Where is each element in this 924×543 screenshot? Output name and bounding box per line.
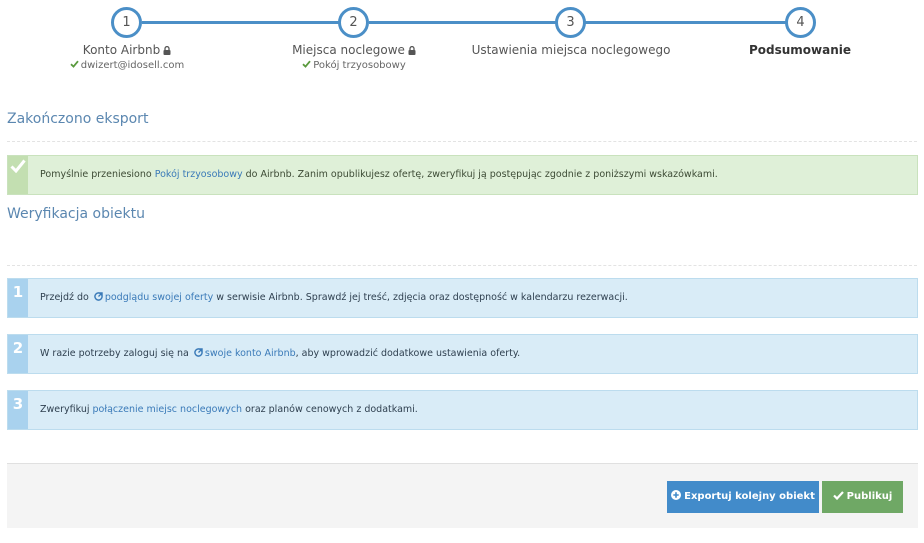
step-2-title: Miejsca noclegowe bbox=[234, 43, 474, 57]
check-icon bbox=[70, 60, 79, 68]
verification-step-3: 3 Zweryfikuj połączenie miejsc noclegowy… bbox=[7, 390, 918, 430]
export-button-label: Exportuj kolejny obiekt bbox=[684, 491, 815, 502]
step-connector bbox=[369, 21, 556, 24]
step-3-title: Ustawienia miejsca noclegowego bbox=[471, 43, 671, 57]
step-connector bbox=[142, 21, 340, 24]
divider bbox=[7, 141, 917, 142]
accommodation-connection-link[interactable]: połączenie miejsc noclegowych bbox=[93, 404, 243, 415]
step-1-circle[interactable]: 1 bbox=[111, 7, 142, 38]
verification-step-text: W razie potrzeby zaloguj się na swoje ko… bbox=[40, 348, 520, 359]
alert-text-before: Pomyślnie przeniesiono bbox=[40, 169, 155, 180]
check-icon bbox=[832, 491, 844, 500]
text-after: , aby wprowadzić dodatkowe ustawienia of… bbox=[295, 348, 521, 359]
step-4-title: Podsumowanie bbox=[748, 43, 852, 57]
lock-icon bbox=[408, 46, 416, 55]
step-1-title: Konto Airbnb bbox=[7, 43, 247, 57]
alert-icon-bar bbox=[8, 156, 28, 194]
step-2-title-text: Miejsca noclegowe bbox=[292, 43, 405, 57]
divider bbox=[7, 265, 917, 266]
external-link-icon bbox=[194, 348, 203, 357]
check-icon bbox=[302, 60, 311, 68]
external-link-icon bbox=[94, 292, 103, 301]
text-before: W razie potrzeby zaloguj się na bbox=[40, 348, 192, 359]
step-2-subtitle-text: Pokój trzyosobowy bbox=[313, 60, 406, 71]
export-next-object-button[interactable]: Exportuj kolejny obiekt bbox=[667, 481, 819, 513]
offer-link[interactable]: Pokój trzyosobowy bbox=[155, 169, 243, 180]
step-4-circle[interactable]: 4 bbox=[785, 7, 816, 38]
step-1-title-text: Konto Airbnb bbox=[82, 43, 161, 57]
publish-button-label: Publikuj bbox=[846, 491, 893, 502]
step-2-subtitle: Pokój trzyosobowy bbox=[234, 60, 474, 71]
progress-stepper: 1 Konto Airbnb dwizert@idosell.com 2 Mie… bbox=[0, 0, 924, 80]
step-1-subtitle: dwizert@idosell.com bbox=[7, 60, 247, 71]
text-before: Zweryfikuj bbox=[40, 404, 93, 415]
verification-step-1: 1 Przejdź do podglądu swojej oferty w se… bbox=[7, 278, 918, 318]
verification-step-text: Przejdź do podglądu swojej oferty w serw… bbox=[40, 292, 628, 303]
export-section-title: Zakończono eksport bbox=[7, 111, 149, 127]
step-number: 1 bbox=[8, 279, 28, 317]
step-number: 2 bbox=[8, 335, 28, 373]
plus-circle-icon bbox=[671, 490, 682, 500]
step-number: 3 bbox=[8, 391, 28, 429]
text-before: Przejdź do bbox=[40, 292, 92, 303]
offer-preview-link[interactable]: podglądu swojej oferty bbox=[105, 292, 213, 303]
verification-step-text: Zweryfikuj połączenie miejsc noclegowych… bbox=[40, 404, 418, 415]
step-3-circle[interactable]: 3 bbox=[555, 7, 586, 38]
text-after: w serwisie Airbnb. Sprawdź jej treść, zd… bbox=[213, 292, 628, 303]
lock-icon bbox=[163, 46, 171, 55]
step-2-circle[interactable]: 2 bbox=[338, 7, 369, 38]
checkmark-icon bbox=[10, 159, 26, 173]
verification-step-2: 2 W razie potrzeby zaloguj się na swoje … bbox=[7, 334, 918, 374]
verification-section-title: Weryfikacja obiektu bbox=[7, 206, 145, 222]
publish-button[interactable]: Publikuj bbox=[822, 481, 903, 513]
text-after: oraz planów cenowych z dodatkami. bbox=[242, 404, 418, 415]
airbnb-account-link[interactable]: swoje konto Airbnb bbox=[205, 348, 296, 359]
step-1-subtitle-text: dwizert@idosell.com bbox=[80, 60, 185, 71]
success-alert: Pomyślnie przeniesiono Pokój trzyosobowy… bbox=[7, 155, 918, 195]
action-footer: Exportuj kolejny obiekt Publikuj bbox=[7, 463, 918, 528]
step-connector bbox=[585, 21, 786, 24]
alert-message: Pomyślnie przeniesiono Pokój trzyosobowy… bbox=[40, 169, 718, 180]
alert-text-after: do Airbnb. Zanim opublikujesz ofertę, zw… bbox=[242, 169, 718, 180]
